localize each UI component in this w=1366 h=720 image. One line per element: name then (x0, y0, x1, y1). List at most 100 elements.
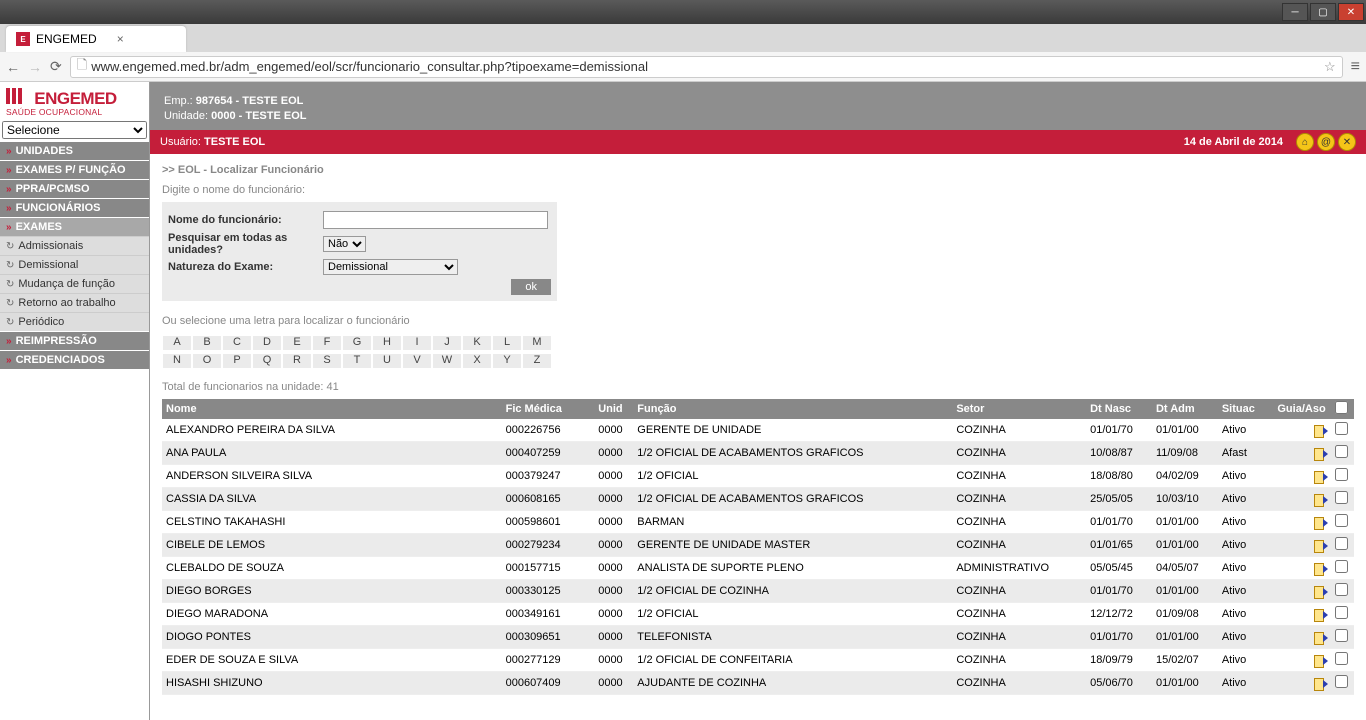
row-checkbox[interactable] (1335, 606, 1348, 619)
close-window-button[interactable]: ✕ (1338, 3, 1364, 21)
tab-title: ENGEMED (36, 32, 97, 46)
cell-sit: Ativo (1218, 603, 1274, 626)
guia-aso-icon[interactable] (1314, 516, 1327, 529)
cell-adm: 01/09/08 (1152, 603, 1218, 626)
cell-fic: 000157715 (502, 557, 595, 580)
guia-aso-icon[interactable] (1314, 539, 1327, 552)
nav-header[interactable]: »CREDENCIADOS (0, 350, 149, 369)
row-checkbox[interactable] (1335, 514, 1348, 527)
row-checkbox[interactable] (1335, 675, 1348, 688)
chevron-right-icon: » (6, 222, 12, 233)
alpha-letter[interactable]: Y (492, 353, 522, 369)
maximize-button[interactable]: ▢ (1310, 3, 1336, 21)
nav-label: PPRA/PCMSO (16, 183, 90, 195)
nav-header[interactable]: »REIMPRESSÃO (0, 331, 149, 350)
alpha-letter[interactable]: M (522, 335, 552, 351)
unit-selector[interactable]: Selecione (2, 121, 147, 139)
menu-icon[interactable]: ≡ (1351, 58, 1360, 76)
guia-aso-icon[interactable] (1314, 631, 1327, 644)
at-icon[interactable]: @ (1317, 133, 1335, 151)
row-checkbox[interactable] (1335, 491, 1348, 504)
alpha-letter[interactable]: P (222, 353, 252, 369)
alpha-letter[interactable]: W (432, 353, 462, 369)
guia-aso-icon[interactable] (1314, 654, 1327, 667)
guia-aso-icon[interactable] (1314, 470, 1327, 483)
guia-aso-icon[interactable] (1314, 585, 1327, 598)
nav-subitem[interactable]: ↻Mudança de função (0, 274, 149, 293)
alpha-letter[interactable]: X (462, 353, 492, 369)
home-icon[interactable]: ⌂ (1296, 133, 1314, 151)
guia-aso-icon[interactable] (1314, 424, 1327, 437)
row-checkbox[interactable] (1335, 583, 1348, 596)
logo: ENGEMED SAÚDE OCUPACIONAL (0, 82, 149, 119)
bookmark-icon[interactable]: ☆ (1324, 59, 1336, 75)
refresh-icon: ↻ (6, 241, 14, 252)
forward-icon[interactable]: → (28, 59, 42, 75)
employee-name-input[interactable] (323, 211, 548, 229)
exam-nature-select[interactable]: Demissional (323, 259, 458, 275)
row-checkbox[interactable] (1335, 422, 1348, 435)
table-row: ANA PAULA00040725900001/2 OFICIAL DE ACA… (162, 442, 1354, 465)
alpha-letter[interactable]: G (342, 335, 372, 351)
alpha-letter[interactable]: R (282, 353, 312, 369)
alpha-letter[interactable]: Q (252, 353, 282, 369)
nav-label: CREDENCIADOS (16, 354, 105, 366)
guia-aso-icon[interactable] (1314, 677, 1327, 690)
nav-header[interactable]: »PPRA/PCMSO (0, 179, 149, 198)
alpha-letter[interactable]: O (192, 353, 222, 369)
alpha-letter[interactable]: V (402, 353, 432, 369)
browser-tab[interactable]: E ENGEMED × (6, 26, 186, 52)
alpha-letter[interactable]: K (462, 335, 492, 351)
alpha-letter[interactable]: E (282, 335, 312, 351)
row-checkbox[interactable] (1335, 560, 1348, 573)
browser-tabs: E ENGEMED × (0, 24, 1366, 52)
cell-nasc: 25/05/05 (1086, 488, 1152, 511)
alpha-letter[interactable]: L (492, 335, 522, 351)
alpha-letter[interactable]: T (342, 353, 372, 369)
page-icon: 🗋 (77, 56, 87, 78)
row-checkbox[interactable] (1335, 445, 1348, 458)
cell-adm: 10/03/10 (1152, 488, 1218, 511)
row-checkbox[interactable] (1335, 652, 1348, 665)
alpha-letter[interactable]: D (252, 335, 282, 351)
alpha-letter[interactable]: J (432, 335, 462, 351)
nav-header[interactable]: »FUNCIONÁRIOS (0, 198, 149, 217)
nav-header[interactable]: »EXAMES (0, 217, 149, 236)
reload-icon[interactable]: ⟳ (50, 58, 62, 75)
alpha-letter[interactable]: F (312, 335, 342, 351)
cell-nome: HISASHI SHIZUNO (162, 672, 502, 695)
all-units-select[interactable]: Não (323, 236, 366, 252)
alpha-letter[interactable]: N (162, 353, 192, 369)
nav-subitem[interactable]: ↻Periódico (0, 312, 149, 331)
guia-aso-icon[interactable] (1314, 562, 1327, 575)
nav-subitem[interactable]: ↻Demissional (0, 255, 149, 274)
guia-aso-icon[interactable] (1314, 608, 1327, 621)
alpha-letter[interactable]: Z (522, 353, 552, 369)
guia-aso-icon[interactable] (1314, 493, 1327, 506)
cell-nome: ALEXANDRO PEREIRA DA SILVA (162, 419, 502, 442)
alpha-letter[interactable]: U (372, 353, 402, 369)
row-checkbox[interactable] (1335, 468, 1348, 481)
ok-button[interactable]: ok (511, 279, 551, 295)
alpha-row-2: NOPQRSTUVWXYZ (162, 353, 1354, 369)
back-icon[interactable]: ← (6, 59, 20, 75)
nav-header[interactable]: »EXAMES P/ FUNÇÃO (0, 160, 149, 179)
minimize-button[interactable]: ─ (1282, 3, 1308, 21)
nav-subitem[interactable]: ↻Admissionais (0, 236, 149, 255)
alpha-letter[interactable]: S (312, 353, 342, 369)
alpha-letter[interactable]: A (162, 335, 192, 351)
logout-icon[interactable]: ✕ (1338, 133, 1356, 151)
row-checkbox[interactable] (1335, 629, 1348, 642)
alpha-letter[interactable]: C (222, 335, 252, 351)
nav-header[interactable]: »UNIDADES (0, 141, 149, 160)
row-checkbox[interactable] (1335, 537, 1348, 550)
guia-aso-icon[interactable] (1314, 447, 1327, 460)
nav-subitem[interactable]: ↻Retorno ao trabalho (0, 293, 149, 312)
alpha-letter[interactable]: B (192, 335, 222, 351)
tab-close-icon[interactable]: × (117, 32, 124, 46)
select-all-checkbox[interactable] (1335, 401, 1348, 414)
address-bar[interactable]: 🗋 www.engemed.med.br/adm_engemed/eol/scr… (70, 56, 1343, 78)
alpha-letter[interactable]: I (402, 335, 432, 351)
alpha-letter[interactable]: H (372, 335, 402, 351)
cell-sit: Ativo (1218, 511, 1274, 534)
